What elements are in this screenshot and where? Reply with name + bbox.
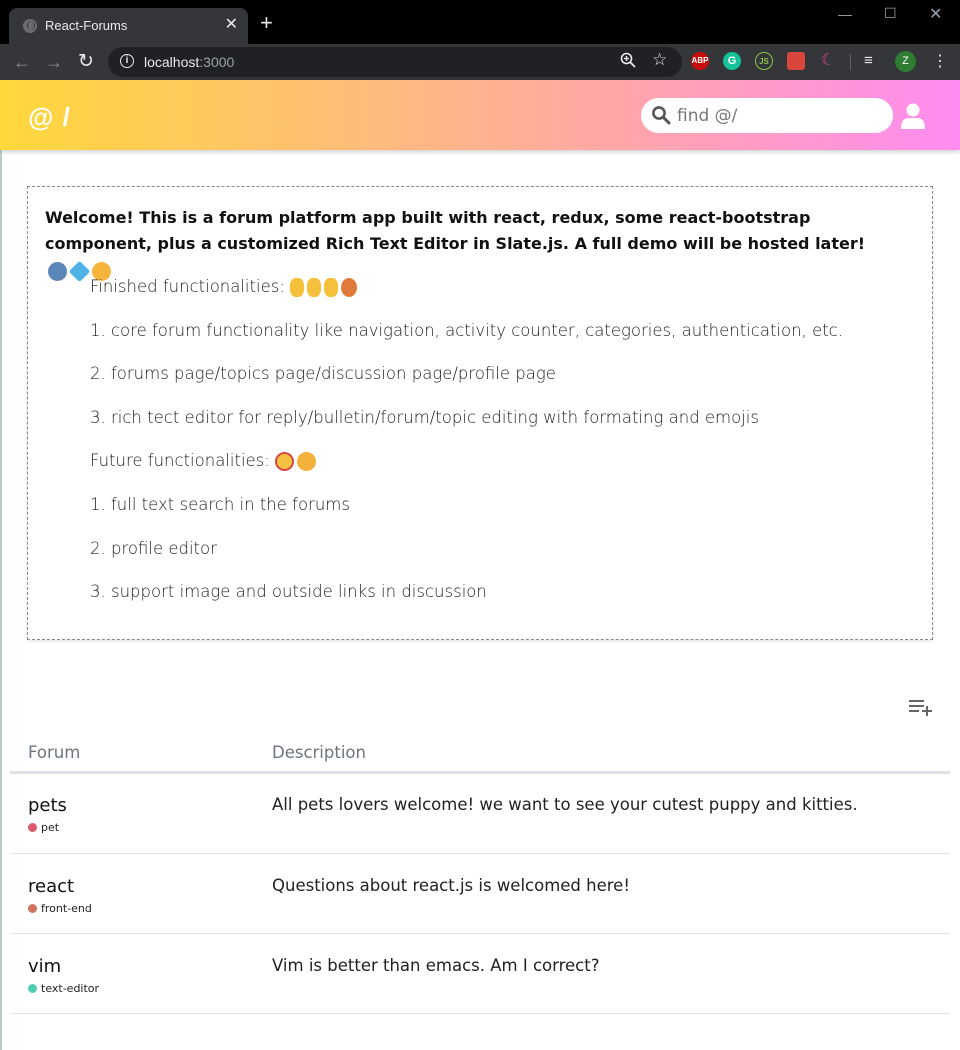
forward-arrow-icon[interactable]: → (45, 50, 63, 74)
screaming-face-emoji-icon (275, 452, 295, 471)
row-divider (10, 933, 950, 934)
forum-tag-label: front-end (41, 902, 92, 915)
forum-description: Questions about react.js is welcomed her… (272, 876, 630, 895)
window-edge (0, 150, 2, 1050)
close-tab-icon[interactable]: ✕ (225, 15, 238, 35)
grammarly-extension-icon[interactable]: G (723, 52, 741, 70)
url-text[interactable]: localhost:3000 (144, 54, 234, 70)
info-icon[interactable]: i (120, 54, 134, 68)
finished-item: 1. core forum functionality like navigat… (90, 321, 843, 340)
future-item: 2. profile editor (90, 539, 217, 558)
address-bar[interactable]: i localhost:3000 ☆ (108, 47, 682, 77)
row-divider (10, 1013, 950, 1014)
browser-toolbar: ← → ↻ i localhost:3000 ☆ ABP G JS ☾ ≡ Z … (0, 44, 960, 80)
playlist-add-icon[interactable] (909, 698, 933, 718)
gem-emoji-icon (68, 260, 91, 282)
column-header-forum: Forum (28, 743, 81, 762)
maximize-icon[interactable]: ☐ (884, 5, 897, 22)
browser-tab[interactable]: React-Forums ✕ (9, 8, 248, 44)
tab-title: React-Forums (45, 18, 128, 33)
yum-face-emoji-icon (297, 452, 317, 471)
forum-tag[interactable]: text-editor (28, 982, 99, 995)
zoom-icon[interactable] (620, 52, 636, 68)
app-logo[interactable]: @ / (28, 102, 71, 133)
back-arrow-icon[interactable]: ← (13, 50, 31, 74)
browser-menu-icon[interactable]: ⋮ (932, 51, 948, 71)
tag-color-dot (28, 823, 37, 832)
future-heading-text: Future functionalities: (90, 451, 270, 470)
victory-hand-emoji-icon (307, 278, 322, 297)
url-port: :3000 (199, 54, 235, 70)
row-divider (10, 853, 950, 854)
window-close-icon[interactable]: ✕ (929, 4, 942, 24)
man-mage-emoji-icon (48, 261, 67, 281)
column-header-description: Description (272, 743, 366, 762)
future-item: 3. support image and outside links in di… (90, 582, 487, 601)
app-header: @ / (0, 80, 960, 150)
profile-avatar[interactable]: Z (895, 51, 916, 72)
victory-hand-emoji-icon (290, 278, 305, 297)
forum-tag-label: text-editor (41, 982, 100, 995)
forum-tag[interactable]: pet (28, 821, 59, 834)
header-divider (10, 771, 950, 774)
toolbar-divider (850, 54, 851, 70)
dark-mode-moon-icon[interactable]: ☾ (819, 52, 837, 70)
welcome-title-text: Welcome! This is a forum platform app bu… (45, 208, 866, 253)
forum-tag-label: pet (41, 821, 60, 834)
finished-item: 3. rich tect editor for reply/bulletin/f… (90, 408, 759, 427)
url-host: localhost (144, 54, 200, 70)
future-item: 1. full text search in the forums (90, 495, 350, 514)
browser-tabstrip: React-Forums ✕ + — ☐ ✕ (0, 0, 960, 44)
party-popper-emoji-icon (341, 278, 358, 297)
search-icon[interactable] (651, 105, 671, 125)
welcome-title: Welcome! This is a forum platform app bu… (45, 205, 915, 284)
adblock-extension-icon[interactable]: ABP (691, 52, 709, 70)
media-queue-icon[interactable]: ≡ (864, 52, 873, 69)
bookmark-star-icon[interactable]: ☆ (652, 50, 667, 70)
new-tab-button[interactable]: + (260, 12, 273, 34)
search-bar[interactable] (641, 98, 893, 133)
search-input[interactable] (677, 104, 877, 128)
forum-name-link[interactable]: vim (28, 956, 61, 977)
finished-item: 2. forums page/topics page/discussion pa… (90, 364, 556, 383)
finished-heading-text: Finished functionalities: (90, 277, 285, 296)
js-extension-icon[interactable]: JS (755, 52, 773, 70)
finished-heading: Finished functionalities: (90, 277, 360, 297)
forum-description: Vim is better than emacs. Am I correct? (272, 956, 600, 975)
globe-icon (23, 19, 37, 33)
forum-description: All pets lovers welcome! we want to see … (272, 795, 858, 814)
victory-hand-emoji-icon (324, 278, 339, 297)
react-devtools-extension-icon[interactable] (787, 52, 805, 70)
forum-tag[interactable]: front-end (28, 902, 92, 915)
user-icon[interactable] (900, 102, 926, 130)
minimize-icon[interactable]: — (838, 6, 852, 22)
reload-icon[interactable]: ↻ (78, 50, 94, 74)
forum-name-link[interactable]: pets (28, 795, 67, 816)
welcome-panel: Welcome! This is a forum platform app bu… (27, 186, 933, 640)
forum-name-link[interactable]: react (28, 876, 74, 897)
tag-color-dot (28, 904, 37, 913)
future-heading: Future functionalities: (90, 451, 319, 471)
tag-color-dot (28, 984, 37, 993)
